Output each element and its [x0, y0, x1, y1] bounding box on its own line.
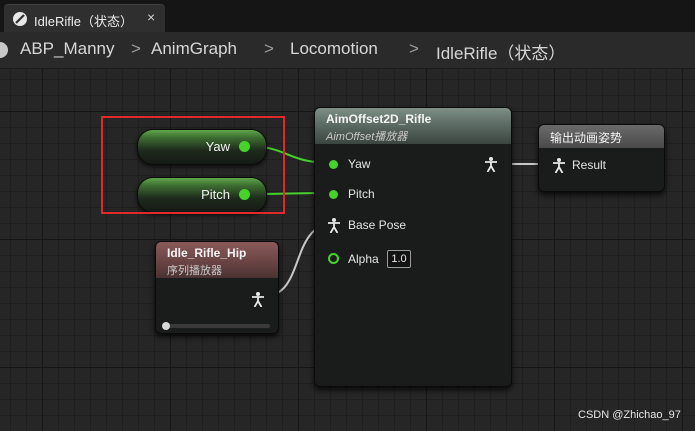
node-header: 输出动画姿势	[539, 125, 664, 148]
input-pin-pitch[interactable]	[329, 190, 338, 199]
playback-slider-handle[interactable]	[162, 322, 170, 330]
pose-pin-icon[interactable]	[328, 218, 340, 233]
playback-slider[interactable]	[164, 324, 270, 328]
node-subtitle: 序列播放器	[167, 265, 222, 277]
pin-label-result: Result	[572, 158, 607, 172]
sequence-player-node[interactable]: Idle_Rifle_Hip 序列播放器	[155, 241, 279, 334]
pin-label-alpha: Alpha	[348, 252, 379, 266]
selection-highlight	[101, 116, 285, 214]
pose-output-pin-icon[interactable]	[252, 292, 264, 307]
node-title: Idle_Rifle_Hip	[167, 246, 247, 260]
aim-offset-node[interactable]: AimOffset2D_Rifle AimOffset播放器 Yaw Pitch…	[314, 107, 512, 387]
node-subtitle: AimOffset播放器	[326, 131, 408, 143]
pin-label-pitch: Pitch	[348, 187, 375, 201]
pin-label-base-pose: Base Pose	[348, 218, 407, 232]
node-title: AimOffset2D_Rifle	[326, 112, 432, 126]
pin-label-yaw: Yaw	[348, 157, 371, 171]
pose-output-pin-icon[interactable]	[485, 157, 497, 172]
node-header: Idle_Rifle_Hip 序列播放器	[156, 242, 278, 278]
input-pin-yaw[interactable]	[329, 160, 338, 169]
alpha-value-input[interactable]: 1.0	[387, 250, 411, 268]
watermark: CSDN @Zhichao_97	[578, 409, 681, 421]
output-pose-node[interactable]: 输出动画姿势 Result	[538, 124, 665, 192]
pose-pin-icon[interactable]	[553, 158, 565, 173]
node-title: 输出动画姿势	[550, 131, 623, 145]
node-header: AimOffset2D_Rifle AimOffset播放器	[315, 108, 511, 144]
input-pin-alpha[interactable]	[328, 253, 339, 264]
